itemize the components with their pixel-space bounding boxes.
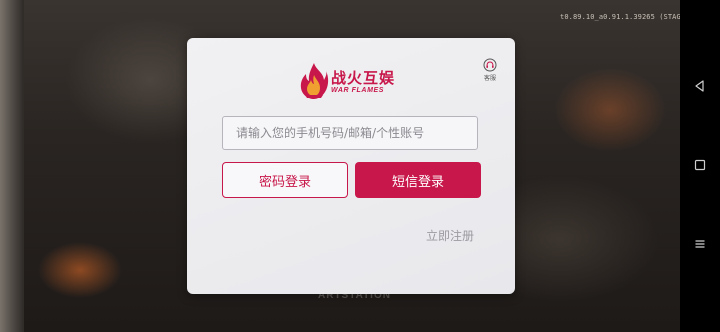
- login-dialog: 战火互娱 WAR FLAMES 客服 密码登录 短信登录 立即注册: [187, 38, 515, 294]
- logo: 战火互娱 WAR FLAMES: [299, 62, 409, 102]
- register-link[interactable]: 立即注册: [426, 227, 474, 244]
- password-login-button[interactable]: 密码登录: [222, 162, 348, 198]
- background-edge: [0, 0, 24, 332]
- back-icon: [695, 80, 704, 92]
- menu-button[interactable]: [692, 236, 708, 252]
- back-button[interactable]: [692, 78, 708, 94]
- account-input[interactable]: [222, 116, 478, 150]
- sms-login-button[interactable]: 短信登录: [355, 162, 481, 198]
- build-info: t0.89.10_a0.91.1.39265 (STAGING: [560, 13, 694, 21]
- home-icon: [694, 159, 706, 171]
- support-label: 客服: [483, 75, 496, 82]
- menu-icon: [695, 240, 705, 248]
- headset-icon: [483, 58, 497, 72]
- logo-title: 战火互娱: [331, 69, 396, 87]
- logo-subtitle: WAR FLAMES: [331, 87, 385, 94]
- home-button[interactable]: [692, 157, 708, 173]
- support-button[interactable]: 客服: [479, 58, 501, 82]
- flame-logo-icon: [300, 63, 329, 99]
- system-nav-bar: [680, 0, 720, 332]
